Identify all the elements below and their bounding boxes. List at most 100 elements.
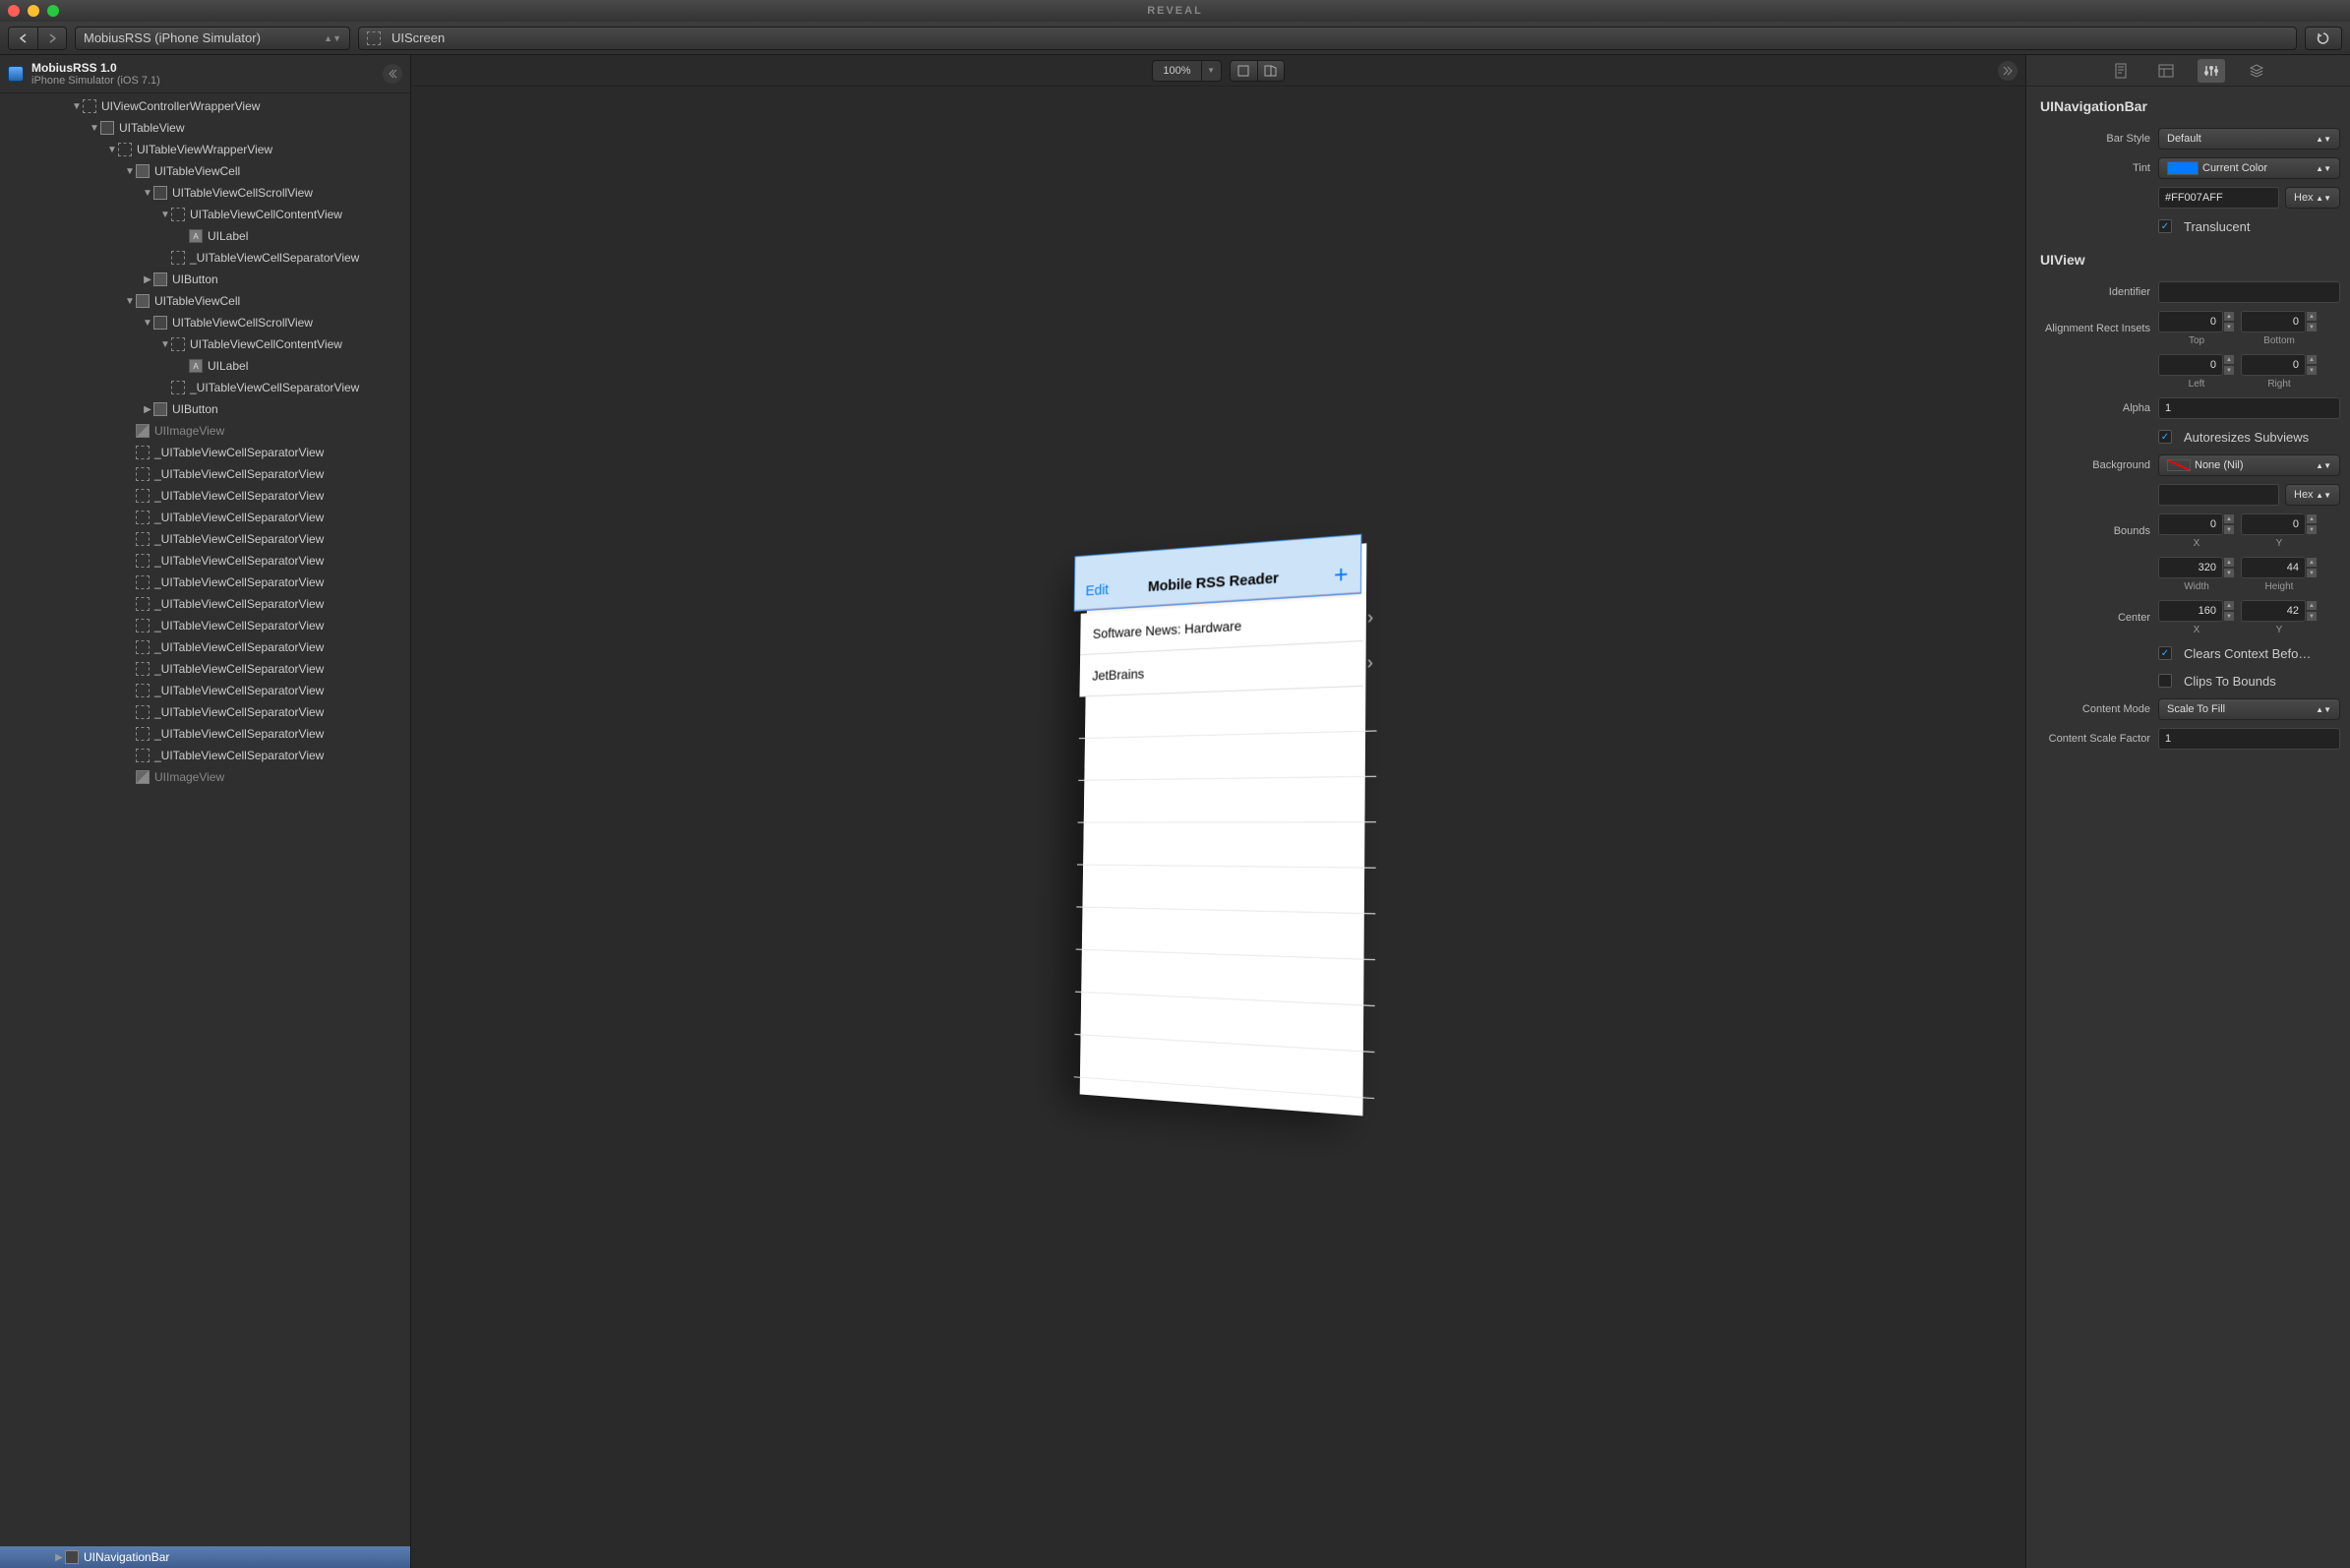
tint-select[interactable]: Current Color▲▼	[2158, 157, 2340, 179]
stepper[interactable]: ▲▼	[2223, 311, 2235, 332]
canvas-stage[interactable]: Software News: Hardware› JetBrains› Edit…	[411, 87, 2025, 1568]
view-hierarchy-tree[interactable]: ▼UIViewControllerWrapperView▼UITableView…	[0, 93, 410, 1546]
tree-row[interactable]: ▼UITableViewCellContentView	[0, 204, 410, 225]
clears-context-checkbox[interactable]: ✓	[2158, 646, 2172, 660]
tree-row[interactable]: _UITableViewCellSeparatorView	[0, 377, 410, 398]
disclosure-triangle-icon[interactable]: ▼	[124, 296, 136, 307]
stepper[interactable]: ▲▼	[2306, 557, 2318, 578]
disclosure-triangle-icon[interactable]: ▼	[159, 210, 171, 220]
zoom-window-button[interactable]	[47, 5, 59, 17]
content-scale-input[interactable]: 1	[2158, 728, 2340, 750]
tree-row[interactable]: _UITableViewCellSeparatorView	[0, 572, 410, 593]
view-mode-2d-button[interactable]	[1230, 60, 1257, 82]
disclosure-triangle-icon[interactable]: ▶	[53, 1552, 65, 1563]
tree-row[interactable]: ▼UITableViewCell	[0, 290, 410, 312]
close-window-button[interactable]	[8, 5, 20, 17]
inset-bottom-input[interactable]: 0	[2241, 311, 2306, 332]
tree-row[interactable]: _UITableViewCellSeparatorView	[0, 593, 410, 615]
stepper[interactable]: ▲▼	[2306, 513, 2318, 535]
inset-left-input[interactable]: 0	[2158, 354, 2223, 376]
tab-attributes[interactable]	[2198, 59, 2225, 83]
view-mode-3d-button[interactable]	[1257, 60, 1285, 82]
tree-row[interactable]: _UITableViewCellSeparatorView	[0, 550, 410, 572]
tree-row[interactable]: ▶UIButton	[0, 398, 410, 420]
target-selector[interactable]: MobiusRSS (iPhone Simulator) ▲▼	[75, 27, 350, 50]
tree-row[interactable]: ▼UITableViewCellScrollView	[0, 182, 410, 204]
bg-format-select[interactable]: Hex▲▼	[2285, 484, 2340, 506]
content-mode-select[interactable]: Scale To Fill▲▼	[2158, 698, 2340, 720]
tree-row[interactable]: _UITableViewCellSeparatorView	[0, 680, 410, 701]
alpha-input[interactable]: 1	[2158, 397, 2340, 419]
tab-layers[interactable]	[2243, 59, 2270, 83]
inset-top-input[interactable]: 0	[2158, 311, 2223, 332]
bg-hex-input[interactable]	[2158, 484, 2279, 506]
stepper[interactable]: ▲▼	[2223, 600, 2235, 622]
stepper[interactable]: ▲▼	[2306, 354, 2318, 376]
center-y-input[interactable]: 42	[2241, 600, 2306, 622]
breadcrumb-bar[interactable]: UIScreen	[358, 27, 2297, 50]
tree-row[interactable]: ▼UITableViewWrapperView	[0, 139, 410, 160]
disclosure-triangle-icon[interactable]: ▼	[142, 188, 153, 199]
tree-row[interactable]: _UITableViewCellSeparatorView	[0, 247, 410, 269]
tree-row[interactable]: ▼UITableViewCell	[0, 160, 410, 182]
tree-row[interactable]: AUILabel	[0, 355, 410, 377]
tree-row[interactable]: ▼UITableView	[0, 117, 410, 139]
tree-row[interactable]: UIImageView	[0, 420, 410, 442]
tree-row[interactable]: ▼UITableViewCellContentView	[0, 333, 410, 355]
disclosure-triangle-icon[interactable]: ▼	[159, 339, 171, 350]
disclosure-triangle-icon[interactable]: ▼	[89, 123, 100, 134]
bounds-y-input[interactable]: 0	[2241, 513, 2306, 535]
collapse-sidebar-button[interactable]	[383, 64, 402, 84]
tree-row[interactable]: UIImageView	[0, 766, 410, 788]
expand-inspector-button[interactable]	[1998, 61, 2018, 81]
tree-row[interactable]: _UITableViewCellSeparatorView	[0, 528, 410, 550]
tree-row[interactable]: ▼UIViewControllerWrapperView	[0, 95, 410, 117]
bounds-height-input[interactable]: 44	[2241, 557, 2306, 578]
tree-row[interactable]: _UITableViewCellSeparatorView	[0, 615, 410, 636]
tree-row[interactable]: ▶UIButton	[0, 269, 410, 290]
translucent-checkbox[interactable]: ✓	[2158, 219, 2172, 233]
forward-button[interactable]	[37, 27, 67, 50]
tree-row[interactable]: _UITableViewCellSeparatorView	[0, 507, 410, 528]
tree-row[interactable]: _UITableViewCellSeparatorView	[0, 745, 410, 766]
clips-checkbox[interactable]	[2158, 674, 2172, 688]
center-x-input[interactable]: 160	[2158, 600, 2223, 622]
autoresize-checkbox[interactable]: ✓	[2158, 430, 2172, 444]
tint-format-select[interactable]: Hex▲▼	[2285, 187, 2340, 209]
stepper[interactable]: ▲▼	[2306, 600, 2318, 622]
tab-identity[interactable]	[2107, 59, 2135, 83]
minimize-window-button[interactable]	[28, 5, 39, 17]
tree-row[interactable]: AUILabel	[0, 225, 410, 247]
zoom-level[interactable]: 100%	[1152, 60, 1201, 82]
tab-layout[interactable]	[2152, 59, 2180, 83]
back-button[interactable]	[8, 27, 37, 50]
tree-row[interactable]: _UITableViewCellSeparatorView	[0, 442, 410, 463]
disclosure-triangle-icon[interactable]: ▶	[142, 404, 153, 415]
disclosure-triangle-icon[interactable]: ▼	[142, 318, 153, 329]
bounds-x-input[interactable]: 0	[2158, 513, 2223, 535]
tree-row[interactable]: ▼UITableViewCellScrollView	[0, 312, 410, 333]
stepper[interactable]: ▲▼	[2223, 557, 2235, 578]
stepper[interactable]: ▲▼	[2306, 311, 2318, 332]
stepper[interactable]: ▲▼	[2223, 513, 2235, 535]
stepper[interactable]: ▲▼	[2223, 354, 2235, 376]
refresh-button[interactable]	[2305, 27, 2342, 50]
tree-row[interactable]: _UITableViewCellSeparatorView	[0, 636, 410, 658]
disclosure-triangle-icon[interactable]: ▼	[71, 101, 83, 112]
bounds-width-input[interactable]: 320	[2158, 557, 2223, 578]
disclosure-triangle-icon[interactable]: ▶	[142, 274, 153, 285]
zoom-dropdown-button[interactable]: ▼	[1202, 60, 1222, 82]
tree-row[interactable]: _UITableViewCellSeparatorView	[0, 723, 410, 745]
tree-row[interactable]: _UITableViewCellSeparatorView	[0, 485, 410, 507]
bar-style-select[interactable]: Default▲▼	[2158, 128, 2340, 150]
tree-row[interactable]: _UITableViewCellSeparatorView	[0, 701, 410, 723]
identifier-input[interactable]	[2158, 281, 2340, 303]
tree-row-selected[interactable]: ▶ UINavigationBar	[0, 1546, 410, 1568]
tint-hex-input[interactable]: #FF007AFF	[2158, 187, 2279, 209]
disclosure-triangle-icon[interactable]: ▼	[124, 166, 136, 177]
background-select[interactable]: None (Nil)▲▼	[2158, 454, 2340, 476]
disclosure-triangle-icon[interactable]: ▼	[106, 145, 118, 155]
tree-row[interactable]: _UITableViewCellSeparatorView	[0, 463, 410, 485]
inset-right-input[interactable]: 0	[2241, 354, 2306, 376]
tree-row[interactable]: _UITableViewCellSeparatorView	[0, 658, 410, 680]
